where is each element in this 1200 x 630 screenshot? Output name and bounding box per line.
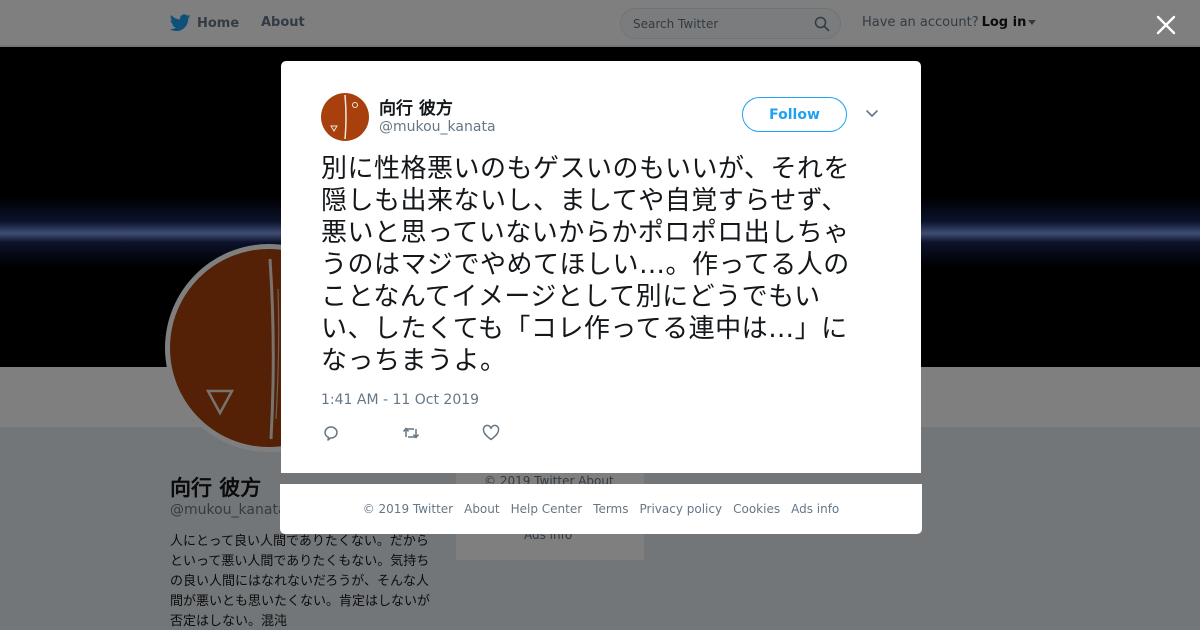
footer-link-ads-info[interactable]: Ads info [791, 502, 839, 516]
footer-link-terms[interactable]: Terms [593, 502, 628, 516]
footer-link-help-center[interactable]: Help Center [511, 502, 583, 516]
footer-link-privacy[interactable]: Privacy policy [640, 502, 723, 516]
footer-link-about[interactable]: About [464, 502, 499, 516]
retweet-icon[interactable] [401, 423, 421, 443]
tweet-text: 別に性格悪いのもゲスいのもいいが、それを隠しも出来ないし、ましてや自覚すらせず、… [321, 154, 850, 376]
reply-icon[interactable] [321, 423, 341, 443]
modal-footer: © 2019 Twitter About Help Center Terms P… [280, 484, 922, 534]
tweet-author-handle[interactable]: @mukou_kanata [379, 119, 496, 135]
follow-button[interactable]: Follow [742, 97, 847, 132]
chevron-down-icon[interactable] [865, 109, 879, 119]
tweet-author-avatar[interactable] [321, 93, 369, 141]
close-icon[interactable] [1153, 12, 1179, 38]
tweet-timestamp[interactable]: 1:41 AM - 11 Oct 2019 [321, 392, 479, 408]
author-avatar-art [330, 94, 358, 140]
tweet-author-name[interactable]: 向行 彼方 [379, 94, 453, 119]
footer-link-cookies[interactable]: Cookies [733, 502, 780, 516]
like-icon[interactable] [481, 423, 501, 443]
tweet-modal: 向行 彼方 @mukou_kanata Follow 別に性格悪いのもゲスいのも… [281, 61, 921, 473]
footer-copyright: © 2019 Twitter [362, 502, 454, 516]
